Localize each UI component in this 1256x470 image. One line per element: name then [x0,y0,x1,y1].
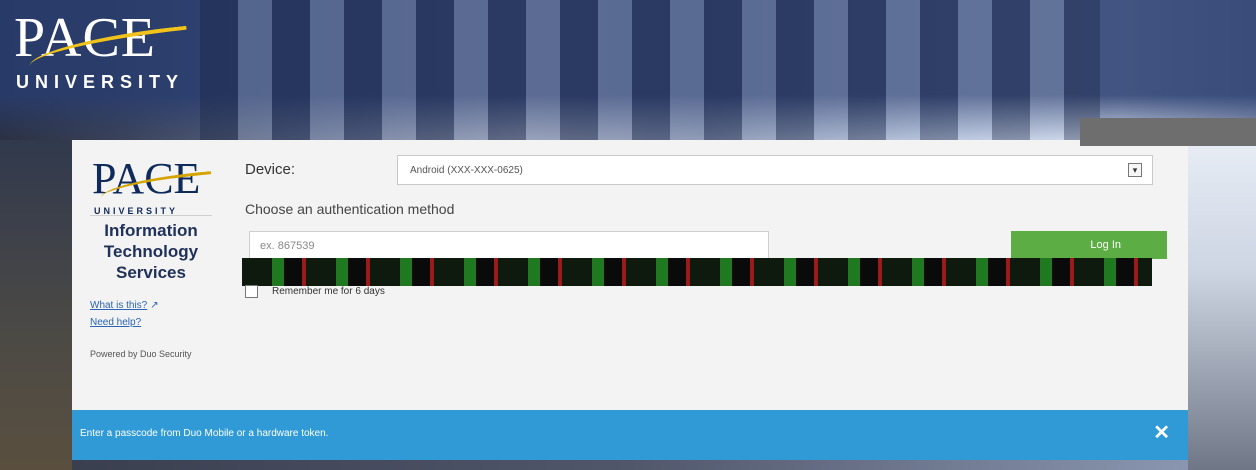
log-in-button[interactable]: Log In [1011,231,1167,259]
choose-method-label: Choose an authentication method [245,201,455,217]
device-select[interactable]: Android (XXX-XXX-0625) ▾ [397,155,1153,185]
its-line-3: Services [116,263,186,282]
render-glitch-right [1080,118,1256,146]
card-pace-logo: PACE UNIVERSITY [92,156,213,218]
passcode-input[interactable] [249,231,769,261]
duo-auth-card: PACE UNIVERSITY Information Technology S… [72,140,1188,460]
what-is-this-link[interactable]: What is this? ↗ [90,300,159,311]
its-line-2: Technology [103,242,199,261]
external-link-icon: ↗ [150,300,159,311]
background-right [1188,140,1256,470]
remember-me-row: Remember me for 6 days [245,285,385,298]
pace-university-header-logo: PACE UNIVERSITY [8,8,193,96]
info-message-bar: Enter a passcode from Duo Mobile or a ha… [72,410,1188,460]
powered-by-text: Powered by Duo Security [90,349,192,359]
its-title: Information Technology Services [90,220,212,283]
chevron-down-icon: ▾ [1128,163,1142,177]
device-label: Device: [245,161,296,178]
logo-divider [90,215,212,216]
remember-me-checkbox[interactable] [245,285,258,298]
header-logo-sub: UNIVERSITY [16,72,185,92]
its-line-1: Information [104,221,198,240]
info-message-text: Enter a passcode from Duo Mobile or a ha… [80,428,329,439]
render-glitch-strip [242,258,1152,286]
need-help-link[interactable]: Need help? [90,317,159,328]
what-is-this-label: What is this? [90,300,148,311]
card-left-panel: PACE UNIVERSITY Information Technology S… [72,140,232,410]
background-building [200,0,1100,150]
background-left [0,140,72,470]
close-icon[interactable]: ✕ [1153,421,1170,445]
side-links: What is this? ↗ Need help? [90,300,159,334]
device-select-value: Android (XXX-XXX-0625) [410,165,523,176]
remember-me-label: Remember me for 6 days [272,286,385,297]
